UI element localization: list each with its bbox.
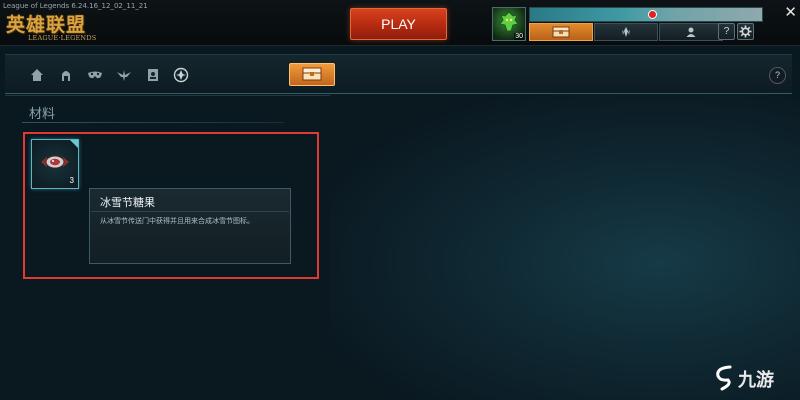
summoner-avatar[interactable]: 30 — [492, 7, 526, 41]
tooltip-title: 冰雪节糖果 — [100, 197, 155, 209]
item-count: 3 — [69, 176, 74, 185]
subnav-help-button[interactable]: ? — [769, 67, 786, 84]
summoner-level: 30 — [514, 33, 524, 40]
champion-icon — [622, 27, 630, 37]
tooltip-description: 从冰雪节传送门中获得并且用来合成冰雪节图标。 — [100, 218, 254, 225]
game-logo: 英雄联盟 LEAGUE·LEGENDS — [6, 10, 116, 42]
champion-portrait-icon — [499, 11, 519, 32]
chest-icon — [552, 26, 570, 38]
mask-icon[interactable] — [87, 67, 103, 83]
background-art — [330, 95, 800, 400]
section-title: 材料 — [29, 106, 56, 121]
logo-chinese: 英雄联盟 — [6, 14, 87, 36]
loot-chest-button[interactable] — [289, 63, 335, 86]
slot-corner-marker — [70, 140, 78, 148]
main-nav — [529, 23, 724, 41]
profile-card-icon[interactable] — [145, 67, 161, 83]
notification-marker — [648, 10, 657, 19]
winged-icon[interactable] — [116, 67, 132, 83]
tooltip-divider — [91, 211, 289, 212]
gear-icon — [739, 25, 752, 38]
client-version: League of Legends 6.24.16_12_02_11_21 — [3, 2, 148, 10]
tab-store[interactable] — [529, 23, 593, 41]
help-button[interactable]: ? — [718, 23, 735, 40]
tab-champions[interactable] — [594, 23, 658, 41]
subnav-divider — [5, 93, 792, 94]
watermark-text: 九游 — [738, 370, 774, 391]
watermark-logo-icon — [716, 365, 732, 391]
item-slot-snowdown-candy[interactable]: 3 — [31, 139, 79, 189]
profile-icon — [686, 27, 696, 37]
play-button[interactable]: PLAY — [350, 8, 447, 40]
tab-profile[interactable] — [659, 23, 723, 41]
top-bar: League of Legends 6.24.16_12_02_11_21 英雄… — [0, 0, 800, 46]
logo-english: LEAGUE·LEGENDS — [28, 34, 97, 42]
champion-helmet-icon[interactable] — [58, 67, 74, 83]
home-icon[interactable] — [29, 67, 45, 83]
status-bar — [529, 7, 763, 22]
profile-subnav: ? — [5, 54, 792, 96]
crafting-icon[interactable] — [173, 67, 189, 83]
settings-button[interactable] — [737, 23, 754, 40]
item-tooltip: 冰雪节糖果 从冰雪节传送门中获得并且用来合成冰雪节图标。 — [89, 188, 291, 264]
window-close-button[interactable]: ✕ — [763, 3, 797, 21]
chest-icon — [302, 67, 322, 81]
watermark: 九游 — [710, 360, 798, 396]
section-divider — [22, 122, 284, 123]
candy-icon — [41, 155, 69, 169]
